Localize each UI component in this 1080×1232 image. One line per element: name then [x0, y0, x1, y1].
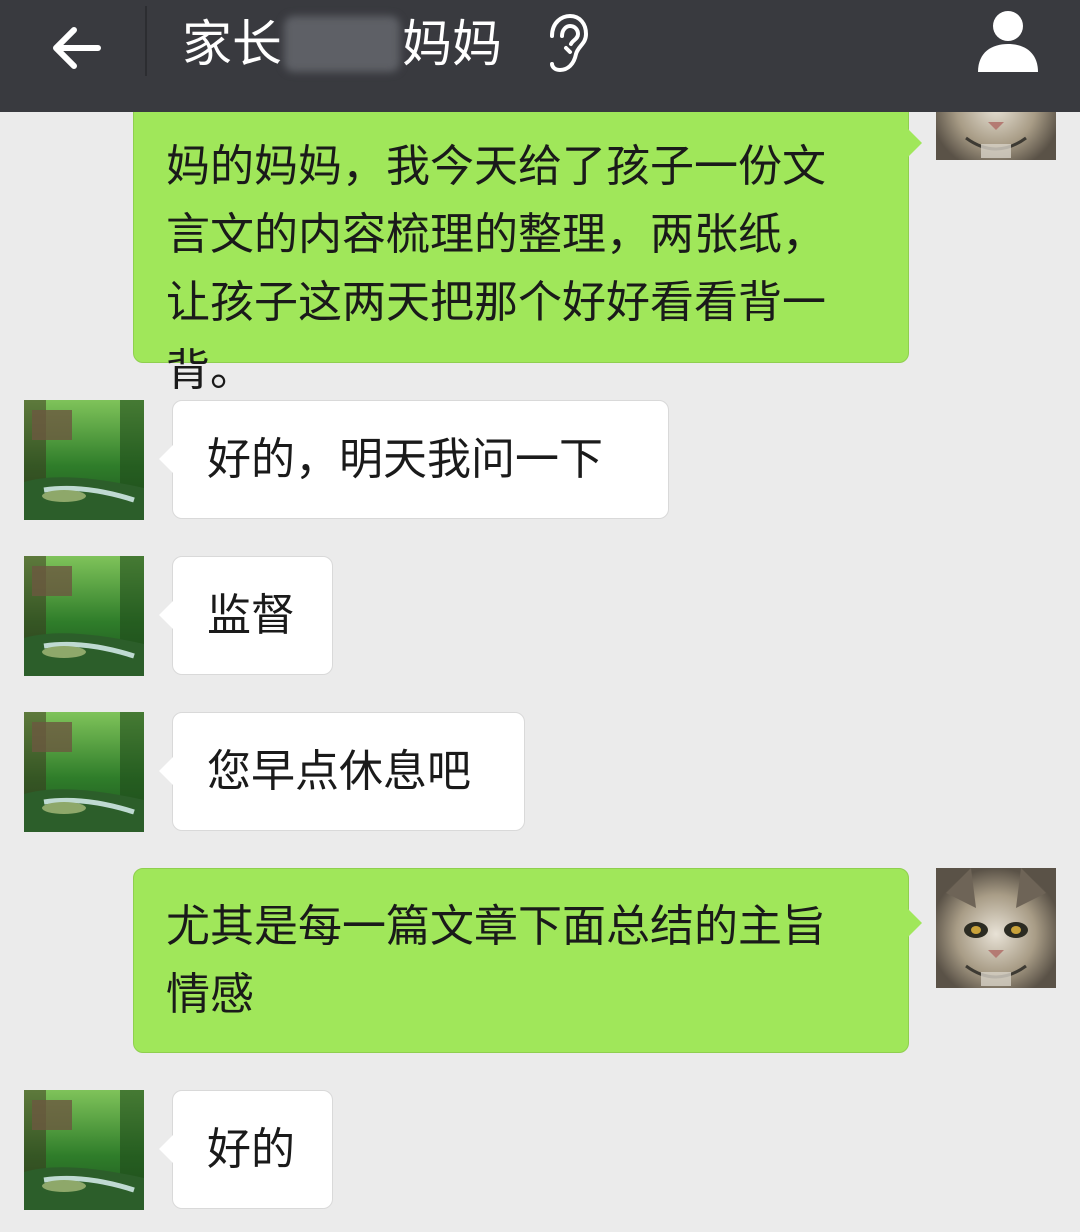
contact-avatar-forest[interactable] — [24, 1090, 144, 1210]
contact-avatar-forest[interactable] — [24, 556, 144, 676]
message-bubble-outgoing[interactable]: 妈的妈妈，我今天给了孩子一份文 言文的内容梳理的整理，两张纸， 让孩子这两天把那… — [133, 88, 922, 396]
back-button[interactable] — [28, 8, 124, 88]
chat-header: 家长 妈妈 — [0, 0, 1080, 112]
contact-avatar-forest[interactable] — [24, 712, 144, 832]
message-text: 妈的妈妈，我今天给了孩子一份文 言文的内容梳理的整理，两张纸， 让孩子这两天把那… — [166, 141, 826, 396]
redacted-name-blur — [284, 16, 400, 72]
chat-area[interactable]: 妈的妈妈，我今天给了孩子一份文 言文的内容梳理的整理，两张纸， 让孩子这两天把那… — [0, 0, 1080, 1232]
message-text: 尤其是每一篇文章下面总结的主旨 情感 — [166, 901, 826, 1020]
ear-icon — [550, 13, 589, 73]
message-bubble-incoming[interactable]: 您早点休息吧 — [159, 712, 525, 831]
message-bubble-outgoing[interactable]: 尤其是每一篇文章下面总结的主旨 情感 — [133, 868, 922, 1053]
message-text: 好的，明天我问一下 — [207, 434, 603, 485]
message-text: 您早点休息吧 — [207, 746, 471, 797]
arrow-left-icon — [53, 27, 101, 69]
person-icon — [978, 11, 1038, 72]
message-bubble-incoming[interactable]: 好的 — [159, 1090, 333, 1209]
message-bubble-incoming[interactable]: 监督 — [159, 556, 333, 675]
header-divider — [145, 6, 147, 76]
message-bubble-incoming[interactable]: 好的，明天我问一下 — [159, 400, 669, 519]
chat-title: 家长 妈妈 — [182, 6, 502, 82]
profile-button[interactable] — [972, 8, 1044, 76]
chat-title-left: 家长 — [182, 15, 282, 73]
message-text: 好的 — [207, 1124, 295, 1175]
chat-title-right: 妈妈 — [402, 15, 502, 73]
contact-avatar-forest[interactable] — [24, 400, 144, 520]
message-text: 监督 — [207, 590, 295, 641]
my-avatar-cat[interactable] — [936, 868, 1056, 988]
